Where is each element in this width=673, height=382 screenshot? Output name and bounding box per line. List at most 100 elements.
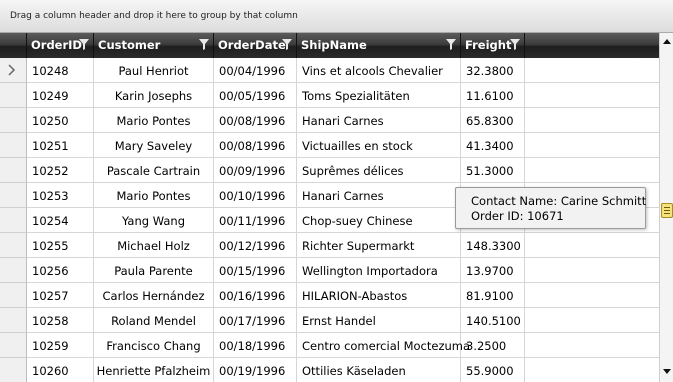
cell-freight[interactable]: 55.9000: [461, 358, 525, 382]
cell-orderid[interactable]: 10249: [27, 83, 94, 108]
table-row[interactable]: 10260 Henriette Pfalzheim 00/19/1996 Ott…: [0, 358, 659, 382]
cell-orderid[interactable]: 10252: [27, 158, 94, 183]
filter-icon[interactable]: [199, 39, 209, 50]
cell-customer[interactable]: Carlos Hernández: [94, 283, 214, 308]
column-header-customer[interactable]: Customer: [94, 33, 214, 58]
cell-customer[interactable]: Mario Pontes: [94, 183, 214, 208]
cell-customer[interactable]: Karin Josephs: [94, 83, 214, 108]
row-indicator[interactable]: [0, 133, 27, 158]
cell-orderdate[interactable]: 00/12/1996: [214, 233, 297, 258]
cell-shipname[interactable]: Vins et alcools Chevalier: [297, 58, 461, 83]
table-row[interactable]: 10250 Mario Pontes 00/08/1996 Hanari Car…: [0, 108, 659, 133]
cell-orderid[interactable]: 10258: [27, 308, 94, 333]
scroll-thumb[interactable]: [661, 203, 673, 218]
group-panel[interactable]: Drag a column header and drop it here to…: [0, 0, 673, 33]
cell-freight[interactable]: 51.3000: [461, 158, 525, 183]
cell-orderdate[interactable]: 00/19/1996: [214, 358, 297, 382]
cell-orderdate[interactable]: 00/09/1996: [214, 158, 297, 183]
row-indicator[interactable]: [0, 233, 27, 258]
cell-orderdate[interactable]: 00/16/1996: [214, 283, 297, 308]
cell-orderdate[interactable]: 00/05/1996: [214, 83, 297, 108]
cell-customer[interactable]: Mary Saveley: [94, 133, 214, 158]
table-row[interactable]: 10255 Michael Holz 00/12/1996 Richter Su…: [0, 233, 659, 258]
cell-freight[interactable]: 32.3800: [461, 58, 525, 83]
cell-shipname[interactable]: Chop-suey Chinese: [297, 208, 461, 233]
table-row[interactable]: 10259 Francisco Chang 00/18/1996 Centro …: [0, 333, 659, 358]
cell-freight[interactable]: 140.5100: [461, 308, 525, 333]
cell-freight[interactable]: 65.8300: [461, 108, 525, 133]
row-indicator[interactable]: [0, 258, 27, 283]
cell-orderid[interactable]: 10254: [27, 208, 94, 233]
filter-icon[interactable]: [446, 39, 456, 50]
row-indicator[interactable]: [0, 308, 27, 333]
cell-orderid[interactable]: 10257: [27, 283, 94, 308]
cell-customer[interactable]: Henriette Pfalzheim: [94, 358, 214, 382]
cell-shipname[interactable]: Hanari Carnes: [297, 183, 461, 208]
cell-orderid[interactable]: 10259: [27, 333, 94, 358]
cell-shipname[interactable]: Suprêmes délices: [297, 158, 461, 183]
cell-customer[interactable]: Pascale Cartrain: [94, 158, 214, 183]
cell-orderid[interactable]: 10253: [27, 183, 94, 208]
cell-customer[interactable]: Michael Holz: [94, 233, 214, 258]
row-indicator[interactable]: [0, 108, 27, 133]
row-indicator[interactable]: [0, 183, 27, 208]
cell-freight[interactable]: 81.9100: [461, 283, 525, 308]
cell-freight[interactable]: 41.3400: [461, 133, 525, 158]
cell-orderid[interactable]: 10251: [27, 133, 94, 158]
cell-shipname[interactable]: Wellington Importadora: [297, 258, 461, 283]
cell-shipname[interactable]: Centro comercial Moctezuma: [297, 333, 470, 358]
table-row[interactable]: 10257 Carlos Hernández 00/16/1996 HILARI…: [0, 283, 659, 308]
cell-customer[interactable]: Mario Pontes: [94, 108, 214, 133]
cell-customer[interactable]: Francisco Chang: [94, 333, 214, 358]
cell-shipname[interactable]: Toms Spezialitäten: [297, 83, 461, 108]
cell-orderdate[interactable]: 00/15/1996: [214, 258, 297, 283]
row-indicator[interactable]: [0, 208, 27, 233]
cell-orderid[interactable]: 10248: [27, 58, 94, 83]
column-header-orderdate[interactable]: OrderDate: [214, 33, 297, 58]
table-row[interactable]: 10252 Pascale Cartrain 00/09/1996 Suprêm…: [0, 158, 659, 183]
scroll-down-arrow-icon[interactable]: [662, 368, 672, 376]
cell-freight[interactable]: 3.2500: [461, 333, 525, 358]
cell-orderdate[interactable]: 00/11/1996: [214, 208, 297, 233]
column-header-freight[interactable]: Freight: [461, 33, 525, 58]
table-row[interactable]: 10249 Karin Josephs 00/05/1996 Toms Spez…: [0, 83, 659, 108]
row-indicator[interactable]: [0, 283, 27, 308]
row-indicator[interactable]: [0, 58, 27, 83]
row-indicator[interactable]: [0, 158, 27, 183]
cell-customer[interactable]: Paul Henriot: [94, 58, 214, 83]
filter-icon[interactable]: [282, 39, 292, 50]
cell-shipname[interactable]: Ernst Handel: [297, 308, 461, 333]
cell-orderdate[interactable]: 00/10/1996: [214, 183, 297, 208]
cell-freight[interactable]: 13.9700: [461, 258, 525, 283]
table-row[interactable]: 10248 Paul Henriot 00/04/1996 Vins et al…: [0, 58, 659, 83]
cell-customer[interactable]: Yang Wang: [94, 208, 214, 233]
cell-customer[interactable]: Roland Mendel: [94, 308, 214, 333]
cell-orderdate[interactable]: 00/04/1996: [214, 58, 297, 83]
cell-orderdate[interactable]: 00/17/1996: [214, 308, 297, 333]
cell-orderid[interactable]: 10250: [27, 108, 94, 133]
vertical-scrollbar[interactable]: [659, 33, 673, 382]
cell-orderdate[interactable]: 00/08/1996: [214, 108, 297, 133]
cell-orderdate[interactable]: 00/08/1996: [214, 133, 297, 158]
cell-orderid[interactable]: 10260: [27, 358, 94, 382]
row-indicator[interactable]: [0, 358, 27, 382]
cell-customer[interactable]: Paula Parente: [94, 258, 214, 283]
table-row[interactable]: 10256 Paula Parente 00/15/1996 Wellingto…: [0, 258, 659, 283]
row-indicator[interactable]: [0, 83, 27, 108]
filter-icon[interactable]: [79, 39, 89, 50]
cell-shipname[interactable]: Ottilies Käseladen: [297, 358, 461, 382]
column-header-shipname[interactable]: ShipName: [297, 33, 461, 58]
cell-orderid[interactable]: 10255: [27, 233, 94, 258]
cell-shipname[interactable]: HILARION-Abastos: [297, 283, 461, 308]
cell-orderid[interactable]: 10256: [27, 258, 94, 283]
cell-orderdate[interactable]: 00/18/1996: [214, 333, 297, 358]
cell-shipname[interactable]: Richter Supermarkt: [297, 233, 461, 258]
filter-icon[interactable]: [510, 39, 520, 50]
table-row[interactable]: 10251 Mary Saveley 00/08/1996 Victuaille…: [0, 133, 659, 158]
row-indicator[interactable]: [0, 333, 27, 358]
table-row[interactable]: 10258 Roland Mendel 00/17/1996 Ernst Han…: [0, 308, 659, 333]
cell-shipname[interactable]: Victuailles en stock: [297, 133, 461, 158]
cell-shipname[interactable]: Hanari Carnes: [297, 108, 461, 133]
column-header-orderid[interactable]: OrderID: [27, 33, 94, 58]
cell-freight[interactable]: 148.3300: [461, 233, 525, 258]
